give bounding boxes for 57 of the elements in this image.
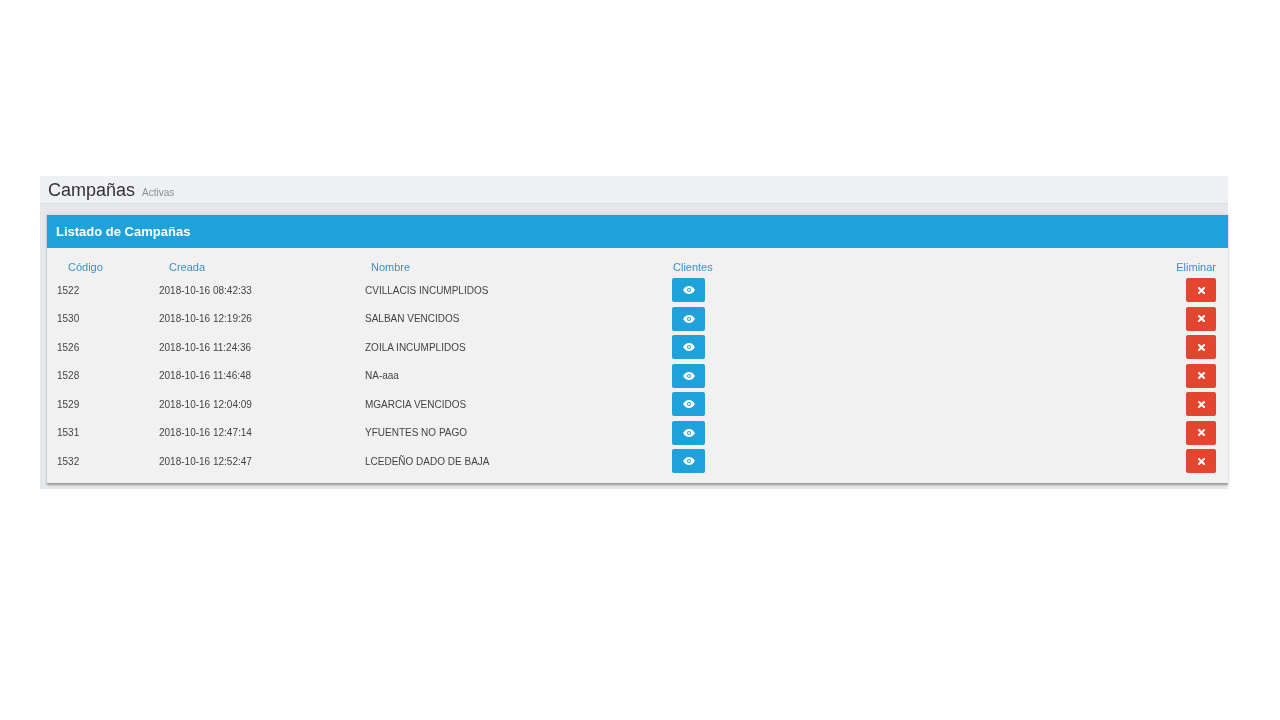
panel-title: Listado de Campañas — [56, 222, 191, 241]
close-icon — [1197, 457, 1205, 465]
table-cell-text: 2018-10-16 08:42:33 — [159, 283, 252, 298]
eye-icon — [682, 286, 695, 295]
table-cell-text: 1531 — [57, 426, 80, 441]
delete-button[interactable] — [1186, 449, 1216, 474]
table-cell-text: 2018-10-16 11:46:48 — [159, 369, 252, 384]
table-cell-text: NA-aaa — [365, 369, 399, 384]
close-icon — [1197, 400, 1205, 408]
table-cell-text: 2018-10-16 12:52:47 — [159, 454, 252, 469]
eye-icon — [682, 457, 695, 466]
column-header: Código — [67, 259, 104, 275]
column-header: Eliminar — [1176, 259, 1216, 275]
table-cell-text: YFUENTES NO PAGO — [365, 426, 468, 441]
close-icon — [1197, 372, 1205, 380]
view-clients-button[interactable] — [672, 392, 705, 417]
table-cell-text: 1522 — [57, 283, 80, 298]
table-cell-text: LCEDEÑO DADO DE BAJA — [365, 454, 490, 469]
close-icon — [1197, 286, 1205, 294]
eye-icon — [682, 314, 695, 323]
eye-icon — [682, 343, 695, 352]
delete-button[interactable] — [1186, 363, 1216, 388]
delete-button[interactable] — [1186, 278, 1216, 303]
view-clients-button[interactable] — [672, 335, 705, 360]
table-cell-text: 1528 — [57, 369, 80, 384]
table-cell-text: SALBAN VENCIDOS — [365, 312, 460, 327]
table-cell-text: 1532 — [57, 454, 80, 469]
close-icon — [1197, 429, 1205, 437]
eye-icon — [682, 371, 695, 380]
delete-button[interactable] — [1186, 392, 1216, 417]
close-icon — [1197, 343, 1205, 351]
view-clients-button[interactable] — [672, 420, 705, 445]
view-clients-button[interactable] — [672, 449, 705, 474]
column-header: Nombre — [370, 259, 412, 275]
delete-button[interactable] — [1186, 335, 1216, 360]
page-title: Campañas — [48, 179, 136, 201]
column-header: Creada — [168, 259, 207, 275]
table-cell-text: 2018-10-16 12:04:09 — [159, 397, 252, 412]
table-cell-text: MGARCIA VENCIDOS — [365, 397, 467, 412]
page-subtitle: Activas — [142, 186, 175, 200]
table-cell-text: CVILLACIS INCUMPLIDOS — [365, 283, 489, 298]
table-cell-text: 2018-10-16 12:19:26 — [159, 312, 252, 327]
table-cell-text: 1530 — [57, 312, 80, 327]
close-icon — [1197, 315, 1205, 323]
table-cell-text: 2018-10-16 12:47:14 — [159, 426, 252, 441]
view-clients-button[interactable] — [672, 306, 705, 331]
view-clients-button[interactable] — [672, 278, 705, 303]
view-clients-button[interactable] — [672, 363, 705, 388]
delete-button[interactable] — [1186, 306, 1216, 331]
eye-icon — [682, 400, 695, 409]
column-header: Clientes — [672, 259, 714, 275]
table-cell-text: 2018-10-16 11:24:36 — [159, 340, 252, 355]
eye-icon — [682, 428, 695, 437]
delete-button[interactable] — [1186, 420, 1216, 445]
table-cell-text: 1526 — [57, 340, 80, 355]
table-cell-text: ZOILA INCUMPLIDOS — [365, 340, 466, 355]
table-cell-text: 1529 — [57, 397, 80, 412]
